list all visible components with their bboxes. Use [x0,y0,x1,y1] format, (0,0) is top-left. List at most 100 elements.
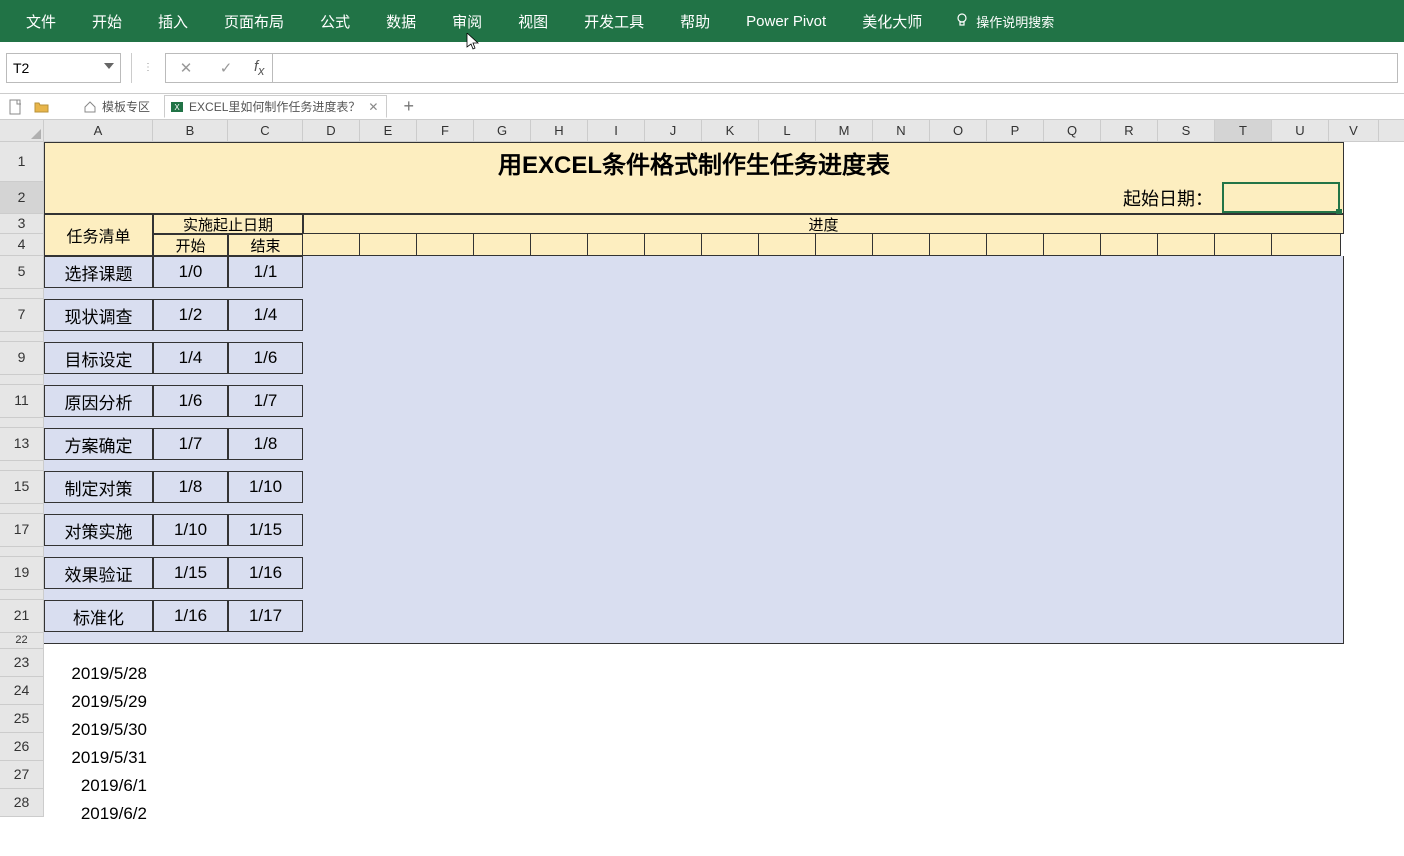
ribbon-tab-home[interactable]: 开始 [74,1,140,42]
name-box[interactable]: T2 [6,53,121,83]
task-name-cell[interactable]: 目标设定 [44,342,153,374]
task-start-cell[interactable]: 1/10 [153,514,228,546]
new-file-icon[interactable] [8,99,24,115]
date-cell[interactable]: 2019/6/1 [44,772,153,800]
col-header[interactable]: F [417,120,474,141]
prog-col[interactable] [987,234,1044,256]
header-task[interactable]: 任务清单 [44,214,153,256]
task-name-cell[interactable]: 选择课题 [44,256,153,288]
task-start-cell[interactable]: 1/8 [153,471,228,503]
col-header[interactable]: V [1329,120,1379,141]
ribbon-tab-review[interactable]: 审阅 [434,1,500,42]
row-header[interactable] [0,375,44,385]
prog-col[interactable] [588,234,645,256]
task-end-cell[interactable]: 1/10 [228,471,303,503]
row-header[interactable]: 24 [0,677,44,705]
row-header[interactable]: 17 [0,514,44,547]
col-header[interactable]: S [1158,120,1215,141]
row-header[interactable]: 28 [0,789,44,817]
row-header[interactable] [0,461,44,471]
prog-col[interactable] [1272,234,1341,256]
task-end-cell[interactable]: 1/16 [228,557,303,589]
task-end-cell[interactable]: 1/7 [228,385,303,417]
ribbon-search[interactable]: 操作说明搜索 [940,2,1068,41]
start-date-label-cell[interactable]: 起始日期： [44,182,1344,214]
date-cell[interactable]: 2019/5/29 [44,688,153,716]
ribbon-tab-powerpivot[interactable]: Power Pivot [728,3,844,40]
ribbon-tab-file[interactable]: 文件 [8,1,74,42]
row-header[interactable] [0,590,44,600]
prog-col[interactable] [759,234,816,256]
task-end-cell[interactable]: 1/6 [228,342,303,374]
prog-col[interactable] [417,234,474,256]
cell-area[interactable]: 用EXCEL条件格式制作生任务进度表 起始日期： 任务清单 实施起止日期 开始 … [44,142,1404,817]
row-header[interactable]: 11 [0,385,44,418]
task-name-cell[interactable]: 现状调查 [44,299,153,331]
task-start-cell[interactable]: 1/16 [153,600,228,632]
col-header[interactable]: C [228,120,303,141]
col-header[interactable]: G [474,120,531,141]
col-header[interactable]: O [930,120,987,141]
task-name-cell[interactable]: 方案确定 [44,428,153,460]
col-header[interactable]: K [702,120,759,141]
col-header[interactable]: B [153,120,228,141]
row-header[interactable]: 5 [0,256,44,289]
task-start-cell[interactable]: 1/7 [153,428,228,460]
col-header[interactable]: Q [1044,120,1101,141]
date-cell[interactable]: 2019/5/30 [44,716,153,744]
fx-icon[interactable]: fx [246,58,272,78]
close-icon[interactable]: ✕ [364,100,382,114]
date-cell[interactable]: 2019/5/31 [44,744,153,772]
col-header[interactable]: A [44,120,153,141]
row-header[interactable]: 1 [0,142,44,182]
prog-col[interactable] [1158,234,1215,256]
col-header[interactable]: R [1101,120,1158,141]
active-document-tab[interactable]: X EXCEL里如何制作任务进度表？ ✕ [164,95,387,118]
col-header[interactable]: H [531,120,588,141]
row-header[interactable]: 7 [0,299,44,332]
col-header[interactable]: T [1215,120,1272,141]
header-dates[interactable]: 实施起止日期 [153,214,303,234]
task-end-cell[interactable]: 1/8 [228,428,303,460]
prog-col[interactable] [1215,234,1272,256]
prog-col[interactable] [1044,234,1101,256]
title-cell[interactable]: 用EXCEL条件格式制作生任务进度表 [44,142,1344,182]
prog-col[interactable] [930,234,987,256]
row-header[interactable] [0,547,44,557]
ribbon-tab-view[interactable]: 视图 [500,1,566,42]
col-header[interactable]: J [645,120,702,141]
col-header[interactable]: N [873,120,930,141]
row-header[interactable]: 21 [0,600,44,633]
ribbon-tab-beautify[interactable]: 美化大师 [844,1,940,42]
row-header[interactable]: 25 [0,705,44,733]
ribbon-tab-data[interactable]: 数据 [368,1,434,42]
row-header[interactable]: 23 [0,649,44,677]
row-header[interactable]: 19 [0,557,44,590]
date-cell[interactable]: 2019/6/2 [44,800,153,828]
header-end[interactable]: 结束 [228,234,303,256]
prog-col[interactable] [873,234,930,256]
col-header[interactable]: P [987,120,1044,141]
ribbon-tab-layout[interactable]: 页面布局 [206,1,302,42]
col-header[interactable]: I [588,120,645,141]
row-header[interactable]: 4 [0,234,44,256]
task-end-cell[interactable]: 1/15 [228,514,303,546]
header-progress[interactable]: 进度 [303,214,1344,234]
task-end-cell[interactable]: 1/17 [228,600,303,632]
col-header[interactable]: L [759,120,816,141]
row-header[interactable]: 2 [0,182,44,214]
task-name-cell[interactable]: 对策实施 [44,514,153,546]
row-header[interactable]: 26 [0,733,44,761]
col-header[interactable]: M [816,120,873,141]
open-folder-icon[interactable] [34,99,50,115]
prog-col[interactable] [816,234,873,256]
new-tab-button[interactable]: + [397,96,420,117]
ribbon-tab-formula[interactable]: 公式 [302,1,368,42]
prog-col[interactable] [531,234,588,256]
row-header[interactable]: 15 [0,471,44,504]
row-header[interactable]: 27 [0,761,44,789]
prog-col[interactable] [360,234,417,256]
task-name-cell[interactable]: 制定对策 [44,471,153,503]
task-start-cell[interactable]: 1/4 [153,342,228,374]
col-header[interactable]: D [303,120,360,141]
